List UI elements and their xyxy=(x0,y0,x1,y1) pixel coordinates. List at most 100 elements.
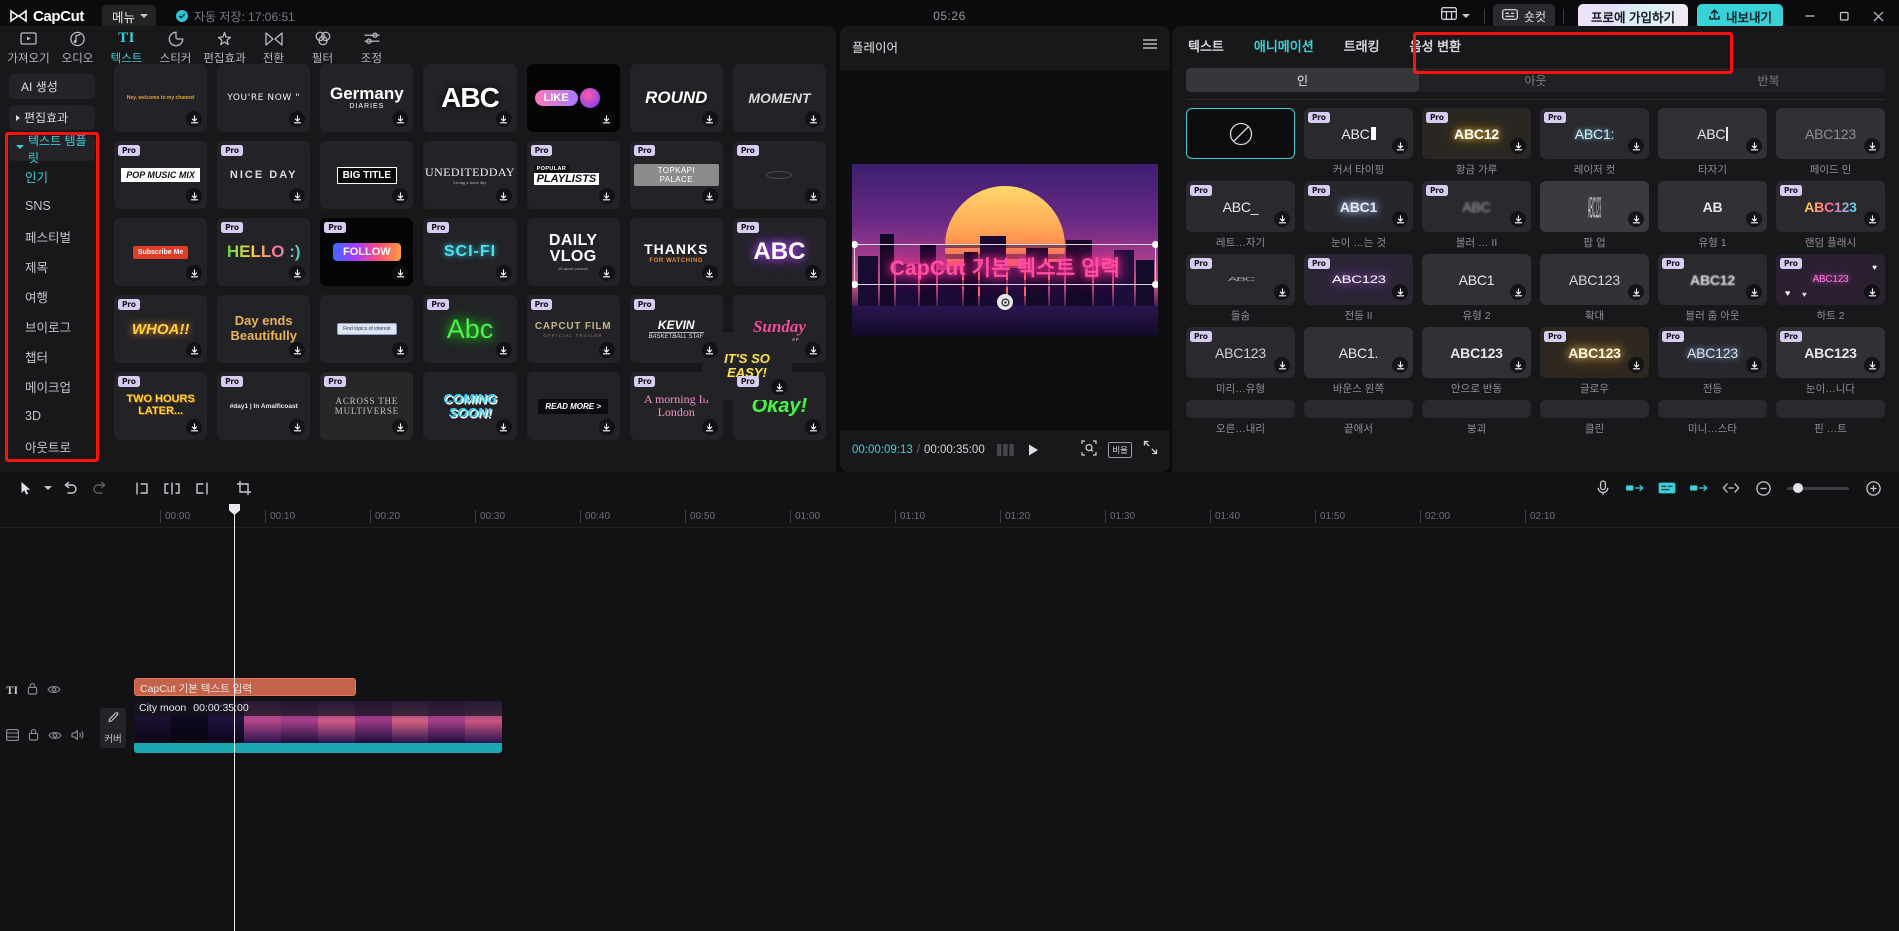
template-card[interactable]: MOMENT xyxy=(732,64,826,132)
template-card[interactable]: Pro POPULAR PLAYLISTS xyxy=(526,141,620,209)
download-icon[interactable] xyxy=(1746,211,1762,227)
download-icon[interactable] xyxy=(701,265,718,281)
download-icon[interactable] xyxy=(701,111,718,127)
download-icon[interactable] xyxy=(1274,211,1290,227)
template-card[interactable]: Find topics of interest xyxy=(320,295,414,363)
sidebar-item-3d[interactable]: 3D xyxy=(0,401,104,431)
template-card[interactable]: Pro Abc xyxy=(423,295,517,363)
ratio-button[interactable]: 비율 xyxy=(1108,442,1132,458)
download-icon[interactable] xyxy=(1274,357,1290,373)
template-card[interactable]: UNEDITEDDAY Living a loose day xyxy=(423,141,517,209)
download-icon[interactable] xyxy=(1392,138,1408,154)
select-tool-dropdown[interactable] xyxy=(41,475,55,501)
animation-item[interactable]: ABC123 안으로 반동 xyxy=(1422,327,1531,396)
video-clip[interactable]: City moon 00:00:35:00 xyxy=(134,701,502,753)
download-icon[interactable] xyxy=(701,188,718,204)
segment-out[interactable]: 아웃 xyxy=(1419,68,1652,92)
template-card[interactable]: Pro TWO HOURS LATER... xyxy=(114,372,208,440)
download-icon[interactable] xyxy=(1628,357,1644,373)
template-card[interactable]: BIG TITLE xyxy=(320,141,414,209)
sidebar-item-festival[interactable]: 페스티벌 xyxy=(0,221,104,251)
template-card[interactable]: READ MORE > xyxy=(526,372,620,440)
template-card[interactable]: LIKE xyxy=(526,64,620,132)
download-icon[interactable] xyxy=(495,419,512,435)
tab-audio[interactable]: 오디오 xyxy=(53,26,102,66)
tab-effects[interactable]: 편집효과 xyxy=(200,26,249,66)
sidebar-item-outro[interactable]: 아웃트로 xyxy=(0,431,104,461)
tab-transition[interactable]: 전환 xyxy=(249,26,298,66)
template-card[interactable]: Pro ACROSS THE MULTIVERSE xyxy=(320,372,414,440)
animation-item[interactable]: Pro ABC 들숨 xyxy=(1186,254,1295,323)
animation-item[interactable]: Pro ABC123 눈이…니다 xyxy=(1776,327,1885,396)
upgrade-pro-button[interactable]: 프로에 가입하기 xyxy=(1578,3,1688,29)
volume-icon[interactable] xyxy=(71,728,85,746)
template-card[interactable]: IT'S SO EASY! xyxy=(702,332,792,400)
animation-item[interactable]: Pro ABC 커서 타이핑 xyxy=(1304,108,1413,177)
tab-sticker[interactable]: 스티커 xyxy=(151,26,200,66)
animation-item[interactable]: 미니…스타 xyxy=(1658,400,1767,436)
template-card[interactable]: Pro xyxy=(732,141,826,209)
download-icon[interactable] xyxy=(1746,357,1762,373)
animation-item[interactable]: Pro ABC123 글로우 xyxy=(1540,327,1649,396)
animation-item[interactable]: 클린 xyxy=(1540,400,1649,436)
tab-text[interactable]: TI 텍스트 xyxy=(102,26,151,66)
download-icon[interactable] xyxy=(495,111,512,127)
download-icon[interactable] xyxy=(1628,211,1644,227)
tab-text-properties[interactable]: 텍스트 xyxy=(1188,36,1224,55)
download-icon[interactable] xyxy=(495,188,512,204)
sidebar-item-title[interactable]: 제목 xyxy=(0,251,104,281)
template-card[interactable]: Pro SCI-FI xyxy=(423,218,517,286)
template-card[interactable]: Pro FOLLOW xyxy=(320,218,414,286)
animation-item[interactable]: Pro ♥ ♥ ♥ ♥ ABC123 하트 2 xyxy=(1776,254,1885,323)
timeline-ruler[interactable]: 00:00 00:10 00:20 00:30 00:40 00:50 01:0… xyxy=(0,506,1899,528)
auto-caption-button[interactable] xyxy=(1652,475,1682,501)
rotate-handle-icon[interactable] xyxy=(997,294,1013,310)
segment-in[interactable]: 인 xyxy=(1186,68,1419,92)
template-card[interactable]: COMING SOON! xyxy=(423,372,517,440)
template-card[interactable]: Pro KEVIN BASKETBALL STAR xyxy=(629,295,723,363)
download-icon[interactable] xyxy=(1746,138,1762,154)
download-icon[interactable] xyxy=(1510,284,1526,300)
download-icon[interactable] xyxy=(805,265,821,281)
download-icon[interactable] xyxy=(1628,138,1644,154)
download-icon[interactable] xyxy=(598,265,615,281)
tab-import[interactable]: 가져오기 xyxy=(4,26,53,66)
animation-item[interactable]: ABC123 확대 xyxy=(1540,254,1649,323)
split-right-button[interactable] xyxy=(187,475,217,501)
download-icon[interactable] xyxy=(701,419,718,435)
download-icon[interactable] xyxy=(1864,357,1880,373)
template-scroll-area[interactable]: Hey, welcome to my channel YOU'RE NOW " … xyxy=(104,64,836,472)
cover-button[interactable]: 커버 xyxy=(100,708,126,748)
download-icon[interactable] xyxy=(495,342,512,358)
download-icon[interactable] xyxy=(598,111,615,127)
split-button[interactable] xyxy=(157,475,187,501)
animation-item[interactable]: ABC 타자기 xyxy=(1658,108,1767,177)
template-card[interactable]: ABC xyxy=(423,64,517,132)
download-icon[interactable] xyxy=(1392,284,1408,300)
frames-icon[interactable] xyxy=(996,444,1014,456)
template-card[interactable]: Pro NICE DAY xyxy=(217,141,311,209)
marker-button[interactable] xyxy=(1684,475,1714,501)
animation-item[interactable]: ABC123 팝 업 xyxy=(1540,181,1649,250)
download-icon[interactable] xyxy=(1392,211,1408,227)
template-card[interactable]: Pro POP MUSIC MIX xyxy=(114,141,208,209)
download-icon[interactable] xyxy=(771,379,787,395)
zoom-slider-knob[interactable] xyxy=(1793,483,1803,493)
tab-tracking[interactable]: 트래킹 xyxy=(1344,36,1380,55)
fullscreen-icon[interactable] xyxy=(1143,440,1158,460)
animation-item[interactable]: Pro ABC123 랜덤 플래시 xyxy=(1776,181,1885,250)
template-card[interactable]: Pro #day1 | In Amalficoast xyxy=(217,372,311,440)
download-icon[interactable] xyxy=(1392,357,1408,373)
animation-item[interactable]: 핀 …트 xyxy=(1776,400,1885,436)
split-left-button[interactable] xyxy=(127,475,157,501)
template-card[interactable]: Pro ABC xyxy=(732,218,826,286)
preview-stage[interactable]: CapCut 기본 텍스트 입력 xyxy=(840,70,1170,430)
tab-adjust[interactable]: 조정 xyxy=(347,26,396,66)
sidebar-item-ai-generate[interactable]: AI 생성 xyxy=(9,74,95,99)
download-icon[interactable] xyxy=(1510,211,1526,227)
sidebar-item-sns[interactable]: SNS xyxy=(0,191,104,221)
eye-icon[interactable] xyxy=(48,728,62,746)
zoom-in-button[interactable] xyxy=(1858,475,1888,501)
tab-filter[interactable]: 필터 xyxy=(298,26,347,66)
animation-item[interactable]: Pro ABC 블러 … II xyxy=(1422,181,1531,250)
